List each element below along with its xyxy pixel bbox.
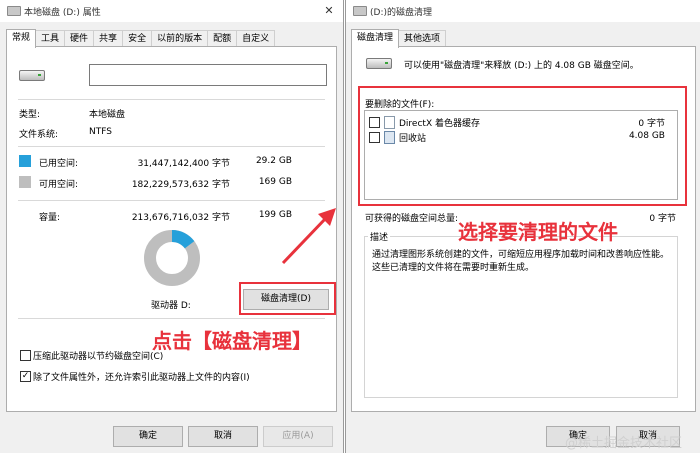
type-label: 类型: [19, 110, 41, 120]
drive-icon [7, 6, 21, 16]
capacity-bytes: 213,676,716,032 字节 [131, 213, 230, 223]
free-space-swatch [19, 176, 31, 188]
divider [18, 146, 325, 147]
tab-sharing[interactable]: 共享 [93, 30, 124, 47]
apply-button[interactable]: 应用(A) [263, 426, 333, 447]
type-value: 本地磁盘 [89, 110, 126, 120]
used-space-label: 已用空间: [39, 159, 79, 169]
select-annotation: 选择要清理的文件 [458, 220, 618, 244]
click-annotation: 点击【磁盘清理】 [152, 329, 312, 353]
divider [18, 318, 325, 319]
total-space-value: 0 字节 [649, 214, 676, 224]
free-space-size: 169 GB [258, 177, 292, 187]
used-space-swatch [19, 155, 31, 167]
drive-icon [353, 6, 367, 16]
description-label: 描述 [368, 230, 391, 243]
free-space-label: 可用空间: [39, 180, 79, 190]
tab-more-options[interactable]: 其他选项 [398, 30, 447, 47]
divider [18, 200, 325, 201]
tab-security[interactable]: 安全 [122, 30, 153, 47]
filesystem-value: NTFS [89, 127, 112, 137]
capacity-label: 容量: [39, 213, 61, 223]
drive-properties-window: 本地磁盘 (D:) 属性 ✕ 常规 工具 硬件 共享 安全 以前的版本 配额 自… [0, 0, 344, 453]
files-list-highlight [358, 86, 687, 206]
drive-icon [366, 58, 392, 69]
cancel-button[interactable]: 取消 [188, 426, 258, 447]
tab-customize[interactable]: 自定义 [236, 30, 276, 47]
tab-previous-versions[interactable]: 以前的版本 [151, 30, 209, 47]
tab-general[interactable]: 常规 [6, 29, 37, 48]
watermark: @稀土掘金技术社区 [565, 436, 683, 451]
ok-button[interactable]: 确定 [113, 426, 183, 447]
cleanup-summary: 可以使用"磁盘清理"来释放 (D:) 上的 4.08 GB 磁盘空间。 [404, 61, 639, 71]
tab-hardware[interactable]: 硬件 [64, 30, 95, 47]
window-title: 本地磁盘 (D:) 属性 [24, 8, 101, 18]
tab-quota[interactable]: 配额 [207, 30, 238, 47]
drive-label: 驱动器 D: [151, 301, 191, 311]
compress-checkbox[interactable] [20, 350, 31, 361]
index-label: 除了文件属性外，还允许索引此驱动器上文件的内容(I) [33, 373, 250, 383]
compress-label: 压缩此驱动器以节约磁盘空间(C) [33, 352, 164, 362]
cleanup-button-highlight [239, 282, 336, 315]
usage-donut-chart [144, 230, 200, 286]
tab-disk-cleanup[interactable]: 磁盘清理 [351, 29, 400, 48]
drive-icon [19, 70, 45, 81]
capacity-size: 199 GB [258, 210, 292, 220]
free-space-bytes: 182,229,573,632 字节 [131, 180, 230, 190]
description-text: 通过清理图形系统创建的文件，可缩短应用程序加载时间和改善响应性能。这些已清理的文… [372, 250, 670, 273]
drive-name-input[interactable] [89, 64, 327, 86]
total-space-label: 可获得的磁盘空间总量: [365, 214, 459, 224]
divider [18, 99, 325, 100]
window-title: (D:)的磁盘清理 [370, 8, 432, 18]
close-button[interactable]: ✕ [321, 3, 337, 19]
title-bar: (D:)的磁盘清理 [346, 0, 700, 22]
tab-tools[interactable]: 工具 [35, 30, 66, 47]
tab-strip: 常规 工具 硬件 共享 安全 以前的版本 配额 自定义 [6, 29, 276, 48]
title-bar: 本地磁盘 (D:) 属性 ✕ [0, 0, 343, 22]
used-space-bytes: 31,447,142,400 字节 [137, 159, 230, 169]
used-space-size: 29.2 GB [255, 156, 292, 166]
index-checkbox[interactable]: ✓ [20, 371, 31, 382]
tab-strip: 磁盘清理 其他选项 [351, 29, 447, 48]
filesystem-label: 文件系统: [19, 130, 59, 140]
